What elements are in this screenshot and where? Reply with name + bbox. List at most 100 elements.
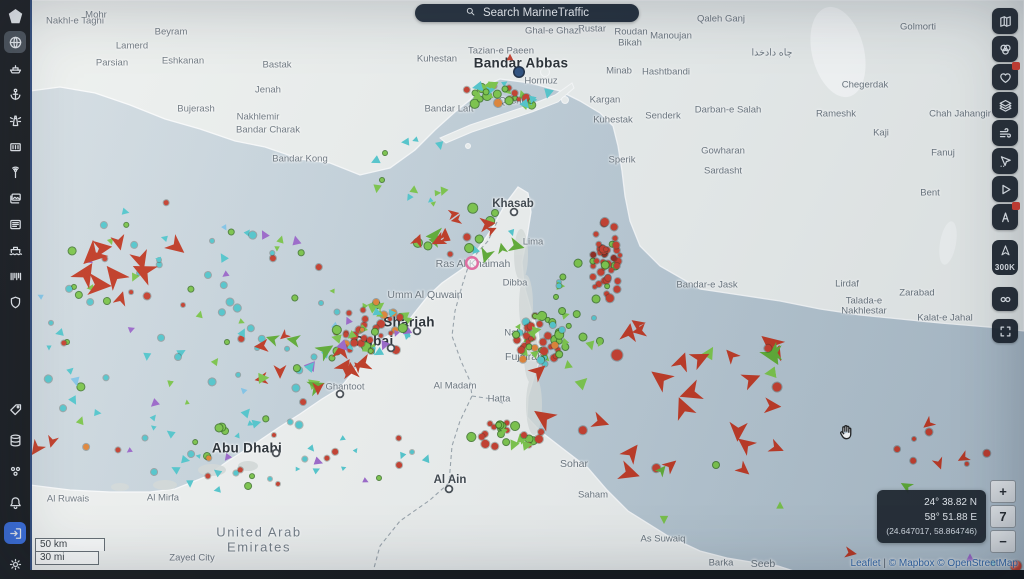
sidebar-item-news[interactable] [4, 213, 26, 235]
vessel-marker-r-dot[interactable] [331, 449, 338, 456]
vessel-marker-g-tri[interactable] [329, 288, 335, 294]
vessel-marker-c-tri[interactable] [398, 452, 407, 461]
vessel-marker-g-dot[interactable] [67, 247, 75, 255]
vessel-marker-g-tri[interactable] [763, 366, 777, 380]
zoom-out-button[interactable]: − [990, 530, 1016, 553]
city-marker[interactable] [512, 210, 517, 215]
vessel-marker-r-dot[interactable] [447, 251, 453, 257]
sidebar-item-lights[interactable] [4, 109, 26, 131]
vessel-marker-g-arrow[interactable] [477, 247, 496, 266]
vessel-marker-r-dot[interactable] [606, 293, 615, 302]
vessel-marker-g-dot[interactable] [567, 324, 572, 329]
vessel-marker-r-dot[interactable] [143, 292, 151, 300]
vessel-marker-g-dot[interactable] [592, 295, 602, 305]
vessel-marker-r-arrow[interactable] [164, 234, 191, 261]
vessel-marker-g-dot[interactable] [299, 251, 304, 256]
sidebar-item-ports[interactable] [4, 83, 26, 105]
vessel-marker-g-dot[interactable] [124, 222, 129, 227]
layers-button[interactable] [992, 92, 1018, 118]
vessel-marker-r-arrow[interactable] [617, 460, 643, 486]
map-canvas[interactable]: Nakhl-e TaghiMohrBeyramLamerdParsianEshk… [30, 0, 1024, 579]
vessel-marker-c-dot[interactable] [59, 404, 67, 412]
vessel-marker-p-tri[interactable] [148, 398, 161, 411]
vessel-marker-r-dot[interactable] [378, 333, 384, 339]
vessel-marker-c-dot[interactable] [236, 372, 241, 377]
vessel-marker-r-dot[interactable] [609, 348, 625, 364]
vessel-marker-r-dot[interactable] [315, 263, 323, 271]
vessel-marker-r-dot[interactable] [238, 336, 244, 342]
sidebar-item-datasets[interactable] [4, 429, 26, 451]
vessel-marker-c-dot[interactable] [555, 282, 562, 289]
vessel-marker-r-arrow[interactable] [734, 460, 754, 480]
vessel-marker-r-arrow[interactable] [645, 363, 675, 393]
vessel-marker-c-tri[interactable] [541, 88, 554, 101]
vessel-marker-r-arrow[interactable] [528, 402, 558, 432]
fullscreen-button[interactable] [992, 319, 1018, 343]
vessel-marker-r-arrow[interactable] [931, 456, 946, 471]
vessel-marker-c-dot[interactable] [43, 375, 52, 384]
sidebar-item-data-services[interactable] [4, 265, 26, 287]
vessel-marker-g-tri[interactable] [660, 516, 669, 525]
city-marker[interactable] [415, 329, 420, 334]
vessel-marker-r-arrow[interactable] [590, 411, 612, 433]
vessel-marker-g-dot[interactable] [468, 203, 478, 213]
vessel-marker-r-dot[interactable] [612, 284, 622, 294]
vessel-marker-c-tri[interactable] [507, 229, 516, 238]
vessel-marker-c-dot[interactable] [249, 230, 258, 239]
vessel-marker-c-tri[interactable] [411, 136, 419, 144]
vessel-marker-g-dot[interactable] [227, 228, 235, 236]
vessel-marker-dr-dot[interactable] [589, 252, 596, 259]
vessel-marker-r-arrow[interactable] [273, 365, 287, 379]
playback-button[interactable] [992, 176, 1018, 202]
vessel-marker-r-dot[interactable] [593, 231, 600, 238]
vessel-marker-r-dot[interactable] [894, 446, 900, 452]
vessel-marker-c-tri[interactable] [307, 444, 317, 454]
vessel-marker-g-dot[interactable] [713, 462, 719, 468]
vessel-marker-c-dot[interactable] [291, 383, 301, 393]
vessel-marker-r-arrow[interactable] [333, 355, 356, 378]
vessel-marker-g-tri[interactable] [210, 356, 221, 367]
vessel-marker-c-tri[interactable] [149, 423, 157, 431]
vessel-marker-c-tri[interactable] [211, 466, 223, 478]
vessel-marker-g-tri[interactable] [434, 189, 441, 196]
vessel-marker-c-tri[interactable] [94, 409, 103, 418]
vessel-marker-r-arrow[interactable] [768, 438, 787, 457]
vessel-marker-g-dot[interactable] [75, 291, 83, 299]
vessel-marker-g-dot[interactable] [574, 259, 583, 268]
sidebar-item-tags[interactable] [4, 398, 26, 420]
vessel-marker-c-dot[interactable] [247, 324, 254, 331]
vessel-marker-c-tri[interactable] [251, 417, 263, 429]
vessel-marker-c-tri[interactable] [312, 465, 322, 475]
vessel-marker-c-dot[interactable] [188, 450, 195, 457]
vessel-marker-c-tri[interactable] [150, 412, 159, 421]
sidebar-item-coverage[interactable] [4, 161, 26, 183]
vessel-marker-p-tri[interactable] [313, 456, 325, 468]
vessel-marker-g-dot[interactable] [249, 473, 254, 478]
vessel-marker-b-tri[interactable] [238, 385, 248, 395]
vessel-marker-g-dot[interactable] [291, 295, 298, 302]
vessel-marker-c-tri[interactable] [421, 452, 432, 463]
vessel-marker-c-tri[interactable] [142, 352, 151, 361]
sidebar-item-apps[interactable] [4, 460, 26, 482]
vessel-marker-g-tri[interactable] [563, 359, 573, 369]
zoom-in-button[interactable]: + [990, 480, 1016, 503]
vessel-marker-g-arrow[interactable] [495, 241, 508, 254]
vessel-marker-p-tri[interactable] [127, 324, 136, 333]
vessel-marker-c-dot[interactable] [48, 319, 54, 325]
vessel-marker-r-dot[interactable] [463, 232, 472, 241]
vessel-marker-p-tri[interactable] [221, 453, 232, 464]
vessel-marker-c-tri[interactable] [195, 453, 201, 459]
vessel-marker-r-dot[interactable] [114, 446, 121, 453]
vessel-marker-r-dot[interactable] [609, 223, 619, 233]
vessel-marker-c-tri[interactable] [341, 465, 348, 472]
vessel-marker-c-dot[interactable] [591, 315, 597, 321]
vessel-marker-c-dot[interactable] [208, 378, 216, 386]
city-marker[interactable] [274, 451, 279, 456]
sidebar-item-live-map[interactable] [4, 31, 26, 53]
vessel-marker-r-dot[interactable] [346, 310, 352, 316]
city-marker[interactable] [338, 392, 343, 397]
vessel-marker-r-dot[interactable] [164, 200, 170, 206]
vessel-marker-g-dot[interactable] [244, 482, 252, 490]
vessel-marker-g-tri[interactable] [238, 318, 246, 326]
vessel-marker-g-dot[interactable] [474, 234, 483, 243]
